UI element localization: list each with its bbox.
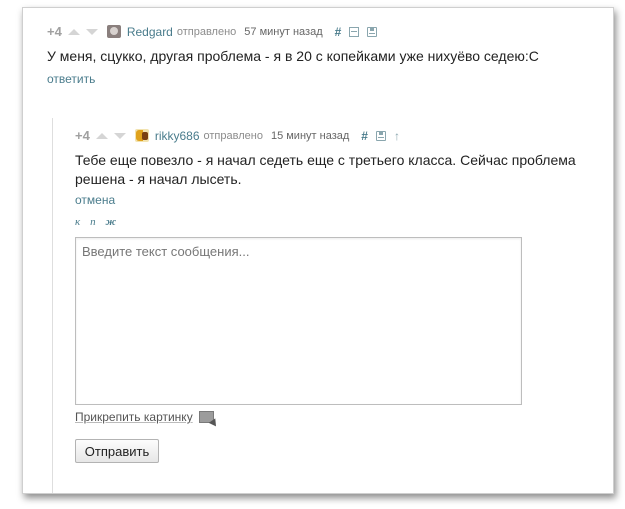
comment-2-text-line-2: решена - я начал лысеть. bbox=[75, 171, 242, 187]
thread-indent-line bbox=[52, 118, 53, 493]
comment-1-permalink[interactable]: # bbox=[335, 25, 342, 39]
attach-image-label[interactable]: Прикрепить картинку bbox=[75, 410, 193, 424]
avatar[interactable] bbox=[106, 25, 121, 38]
upvote-arrow-icon[interactable] bbox=[67, 28, 80, 35]
downvote-arrow-icon[interactable] bbox=[113, 132, 126, 139]
bold-button[interactable]: ж bbox=[106, 216, 116, 228]
save-icon[interactable] bbox=[367, 26, 378, 37]
comment-2-time: 15 минут назад bbox=[270, 129, 350, 142]
comment-2-username[interactable]: rikky686 bbox=[155, 129, 200, 143]
save-icon[interactable] bbox=[375, 130, 386, 141]
format-toolbar: к п ж bbox=[75, 216, 126, 228]
comment-1-text: У меня, сцукко, другая проблема - я в 20… bbox=[47, 48, 539, 64]
strike-button[interactable]: п bbox=[90, 216, 96, 228]
comment-1-rating: +4 bbox=[47, 24, 62, 39]
reply-link[interactable]: ответить bbox=[47, 72, 95, 86]
comment-1-username[interactable]: Redgard bbox=[127, 25, 173, 39]
comment-1-time: 57 минут назад bbox=[244, 25, 323, 38]
cancel-link[interactable]: отмена bbox=[75, 193, 115, 207]
comment-2-rating: +4 bbox=[75, 128, 90, 143]
comments-panel: +4 Redgard отправлено 57 минут назад # У… bbox=[22, 7, 614, 494]
comment-2-meta: +4 rikky686 отправлено 15 минут назад # … bbox=[75, 128, 400, 143]
comment-2-permalink[interactable]: # bbox=[361, 129, 368, 143]
upvote-arrow-icon[interactable] bbox=[95, 132, 108, 139]
downvote-arrow-icon[interactable] bbox=[85, 28, 98, 35]
comment-2-posted-label: отправлено bbox=[203, 129, 263, 142]
collapse-icon[interactable] bbox=[349, 26, 360, 37]
italic-button[interactable]: к bbox=[75, 216, 80, 228]
message-textarea[interactable] bbox=[75, 237, 522, 405]
comment-2-text: Тебе еще повезло - я начал седеть еще с … bbox=[75, 151, 576, 189]
submit-button[interactable]: Отправить bbox=[75, 439, 159, 463]
avatar[interactable] bbox=[134, 129, 149, 142]
comment-1-meta: +4 Redgard отправлено 57 минут назад # bbox=[47, 24, 378, 39]
parent-arrow-icon[interactable]: ↑ bbox=[394, 129, 400, 143]
attach-image-link[interactable]: Прикрепить картинку bbox=[75, 410, 214, 424]
comment-2-text-line-1: Тебе еще повезло - я начал седеть еще с … bbox=[75, 152, 576, 168]
comment-1-posted-label: отправлено bbox=[176, 25, 237, 38]
image-icon[interactable] bbox=[198, 411, 214, 423]
